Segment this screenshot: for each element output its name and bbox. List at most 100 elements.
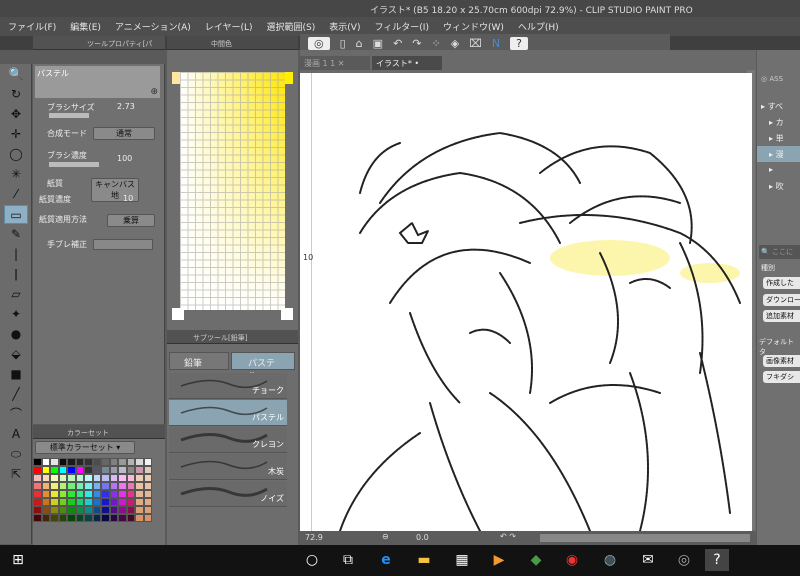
color-swatch[interactable] xyxy=(58,482,67,490)
paper-density-value[interactable]: 10 xyxy=(123,194,133,203)
text-icon[interactable]: A xyxy=(4,425,28,444)
menu-item[interactable]: フィルター(I) xyxy=(374,20,429,33)
subtool-item[interactable]: ノイズ xyxy=(169,481,287,507)
color-swatch[interactable] xyxy=(84,506,93,514)
brush-icon[interactable]: ǀ xyxy=(4,265,28,284)
color-swatch[interactable] xyxy=(67,498,76,506)
subtool-item[interactable]: チョーク xyxy=(169,373,287,399)
redo-icon[interactable]: ↷ xyxy=(412,37,421,50)
color-swatch[interactable] xyxy=(101,490,110,498)
menu-item[interactable]: レイヤー(L) xyxy=(205,20,253,33)
horizontal-scrollbar[interactable] xyxy=(540,534,750,542)
save-icon[interactable]: ▣ xyxy=(373,37,383,50)
magic-wand-icon[interactable]: ✳ xyxy=(4,165,28,184)
color-swatch[interactable] xyxy=(58,466,67,474)
color-swatch[interactable] xyxy=(84,466,93,474)
color-swatch[interactable] xyxy=(135,482,144,490)
color-swatch[interactable] xyxy=(135,490,144,498)
color-swatch[interactable] xyxy=(126,474,135,482)
corner-color-bottom-right[interactable] xyxy=(281,308,293,320)
color-swatch[interactable] xyxy=(33,458,42,466)
color-swatch[interactable] xyxy=(84,474,93,482)
color-swatch[interactable] xyxy=(58,514,67,522)
color-swatch[interactable] xyxy=(126,458,135,466)
color-swatch[interactable] xyxy=(135,514,144,522)
pencil-icon[interactable]: | xyxy=(4,245,28,264)
balloon-icon[interactable]: ⬭ xyxy=(4,445,28,464)
color-swatch[interactable] xyxy=(143,498,152,506)
color-swatch[interactable] xyxy=(135,474,144,482)
color-swatch[interactable] xyxy=(41,482,50,490)
color-swatch[interactable] xyxy=(118,466,127,474)
color-panel-tab[interactable]: 中間色 xyxy=(167,36,298,50)
color-swatch[interactable] xyxy=(33,506,42,514)
color-swatch[interactable] xyxy=(50,482,59,490)
color-swatch[interactable] xyxy=(50,506,59,514)
color-swatch[interactable] xyxy=(126,514,135,522)
edge-icon[interactable]: e xyxy=(374,549,398,571)
tag-chip[interactable]: フキダシ xyxy=(763,371,800,383)
color-swatch[interactable] xyxy=(118,458,127,466)
help-icon[interactable]: ? xyxy=(510,36,528,50)
color-swatch[interactable] xyxy=(33,474,42,482)
media-player-icon[interactable]: ▶ xyxy=(487,549,511,571)
store-icon[interactable]: ▦ xyxy=(450,549,474,571)
color-swatch[interactable] xyxy=(58,490,67,498)
asset-header[interactable]: ◎ ASS xyxy=(759,70,800,92)
fill-icon[interactable]: ● xyxy=(4,325,28,344)
tree-item[interactable]: ▸ 単 xyxy=(757,130,800,146)
material-search-input[interactable]: 🔍 ここに xyxy=(759,245,800,259)
eraser-icon[interactable]: ▱ xyxy=(4,285,28,304)
menu-item[interactable]: 編集(E) xyxy=(70,20,101,33)
canvas-document[interactable]: 10 xyxy=(300,73,752,531)
color-swatch[interactable] xyxy=(92,458,101,466)
group-pastel[interactable]: パステル xyxy=(231,352,295,382)
task-view-icon[interactable]: ⧉ xyxy=(336,549,360,571)
color-swatch[interactable] xyxy=(92,490,101,498)
color-swatch[interactable] xyxy=(41,490,50,498)
color-swatch[interactable] xyxy=(143,490,152,498)
color-swatch[interactable] xyxy=(75,482,84,490)
rotate-icons[interactable]: ↶ ↷ xyxy=(500,532,516,541)
color-swatch[interactable] xyxy=(109,466,118,474)
color-swatch[interactable] xyxy=(50,498,59,506)
blend-icon[interactable]: ✦ xyxy=(4,305,28,324)
color-set-tab[interactable]: カラーセット xyxy=(33,425,165,439)
menu-item[interactable]: 選択範囲(S) xyxy=(267,20,316,33)
color-swatch[interactable] xyxy=(126,466,135,474)
lasso-icon[interactable]: ◯ xyxy=(4,145,28,164)
file-explorer-icon[interactable]: ▬ xyxy=(412,549,436,571)
color-swatch[interactable] xyxy=(50,474,59,482)
color-swatch[interactable] xyxy=(67,490,76,498)
select-layer-icon[interactable]: ✛ xyxy=(4,125,28,144)
color-swatch[interactable] xyxy=(118,490,127,498)
color-swatch[interactable] xyxy=(50,514,59,522)
color-swatch[interactable] xyxy=(101,514,110,522)
color-swatch[interactable] xyxy=(126,482,135,490)
subtool-item[interactable]: クレヨン xyxy=(169,427,287,453)
tree-item[interactable]: ▸ カ xyxy=(757,114,800,130)
tag-chip[interactable]: 作成した xyxy=(763,277,800,289)
pen-icon[interactable]: ✎ xyxy=(4,225,28,244)
tree-item[interactable]: ▸ すべ xyxy=(757,98,800,114)
tab-manga[interactable]: 漫画 1 1 ✕ xyxy=(300,56,370,70)
color-swatch[interactable] xyxy=(126,490,135,498)
color-swatch[interactable] xyxy=(118,482,127,490)
color-swatch[interactable] xyxy=(75,474,84,482)
rotate-icon[interactable]: ↻ xyxy=(4,85,28,104)
brush-size-row[interactable]: ブラシサイズ 2.73 xyxy=(37,102,159,118)
fill-icon[interactable]: ◈ xyxy=(451,37,459,50)
color-swatch[interactable] xyxy=(126,506,135,514)
chrome-icon[interactable]: ◉ xyxy=(560,549,584,571)
color-swatch[interactable] xyxy=(41,506,50,514)
density-slider[interactable] xyxy=(49,162,99,167)
color-swatch[interactable] xyxy=(41,474,50,482)
color-swatch[interactable] xyxy=(33,466,42,474)
object-icon[interactable]: ⇱ xyxy=(4,465,28,484)
menu-item[interactable]: アニメーション(A) xyxy=(115,20,191,33)
density-value[interactable]: 100 xyxy=(117,154,132,163)
eyedropper-icon[interactable]: ⁄ xyxy=(4,185,28,204)
color-swatch[interactable] xyxy=(109,474,118,482)
clip-studio-icon[interactable]: ◎ xyxy=(672,549,696,571)
color-swatch[interactable] xyxy=(101,458,110,466)
